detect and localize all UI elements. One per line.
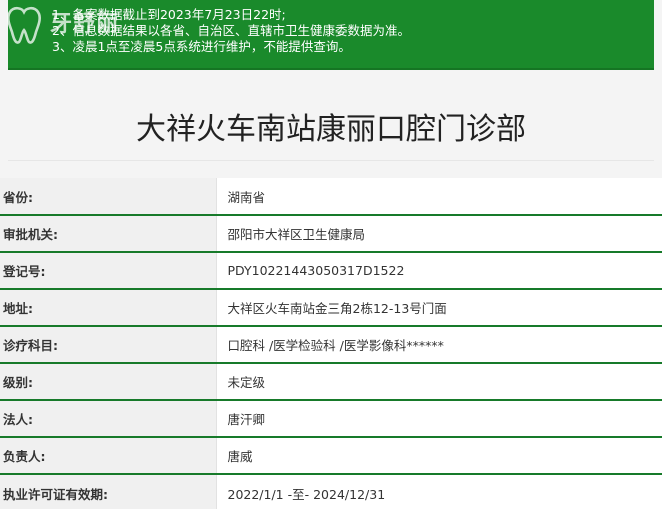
row-value: 邵阳市大祥区卫生健康局 xyxy=(215,215,662,253)
notice-line-3: 3、凌晨1点至凌晨5点系统进行维护，不能提供查询。 xyxy=(52,39,351,54)
page-title: 大祥火车南站康丽口腔门诊部 xyxy=(136,112,526,147)
page: 1、备案数据截止到2023年7月23日22时; 2、信息数据结果以各省、自治区、… xyxy=(0,0,662,509)
row-value: 大祥区火车南站金三角2栋12-13号门面 xyxy=(215,289,662,327)
table-row: 级别: 未定级 xyxy=(0,363,662,401)
table-row: 审批机关: 邵阳市大祥区卫生健康局 xyxy=(0,215,662,253)
row-value: 唐汗卿 xyxy=(215,400,662,438)
row-label: 诊疗科目: xyxy=(0,326,216,364)
row-label: 执业许可证有效期: xyxy=(0,474,216,509)
row-label: 负责人: xyxy=(0,437,216,475)
notice-line-2: 2、信息数据结果以各省、自治区、直辖市卫生健康委数据为准。 xyxy=(52,23,410,38)
tooth-icon xyxy=(7,6,41,44)
table-row: 负责人: 唐威 xyxy=(0,437,662,475)
title-divider xyxy=(8,160,654,161)
logo-watermark: 牙舒丽 xyxy=(2,2,130,48)
table-row: 登记号: PDY10221443050317D1522 xyxy=(0,252,662,290)
row-value: 口腔科 /医学检验科 /医学影像科****** xyxy=(215,326,662,364)
row-label: 法人: xyxy=(0,400,216,438)
table-row: 诊疗科目: 口腔科 /医学检验科 /医学影像科****** xyxy=(0,326,662,364)
brand-logo-text: 牙舒丽 xyxy=(50,11,120,37)
table-row: 省份: 湖南省 xyxy=(0,178,662,216)
row-value: PDY10221443050317D1522 xyxy=(215,252,662,290)
row-label: 级别: xyxy=(0,363,216,401)
row-label: 省份: xyxy=(0,178,216,216)
row-label: 审批机关: xyxy=(0,215,216,253)
row-label: 地址: xyxy=(0,289,216,327)
table-row: 法人: 唐汗卿 xyxy=(0,400,662,438)
table-row: 执业许可证有效期: 2022/1/1 -至- 2024/12/31 xyxy=(0,474,662,509)
row-value: 湖南省 xyxy=(215,178,662,216)
row-label: 登记号: xyxy=(0,252,216,290)
notice-line-1: 1、备案数据截止到2023年7月23日22时; xyxy=(52,7,286,22)
table-row: 地址: 大祥区火车南站金三角2栋12-13号门面 xyxy=(0,289,662,327)
row-value: 未定级 xyxy=(215,363,662,401)
clinic-info-table: 省份: 湖南省 审批机关: 邵阳市大祥区卫生健康局 登记号: PDY102214… xyxy=(0,178,662,509)
row-value: 2022/1/1 -至- 2024/12/31 xyxy=(215,474,662,509)
row-value: 唐威 xyxy=(215,437,662,475)
